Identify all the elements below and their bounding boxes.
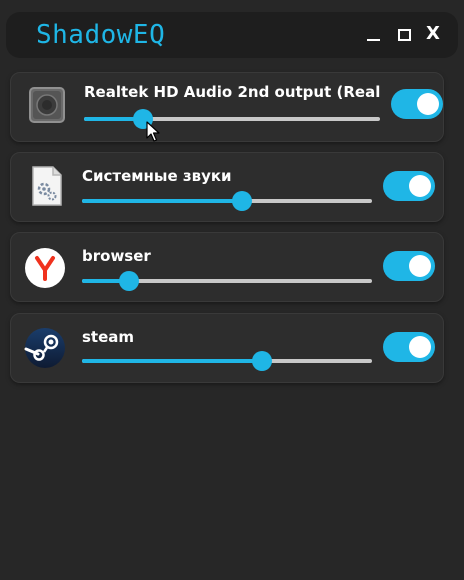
steam-icon — [24, 327, 66, 369]
device-toggle[interactable] — [383, 251, 435, 281]
toggle-knob — [409, 336, 431, 358]
system-sounds-icon — [31, 165, 73, 207]
maximize-button[interactable] — [390, 20, 416, 48]
title-bar[interactable]: ShadowEQ X — [6, 12, 458, 58]
toggle-knob — [417, 93, 439, 115]
device-label: browser — [82, 247, 151, 265]
volume-slider-thumb[interactable] — [119, 271, 139, 291]
device-card-browser: browser — [10, 232, 444, 302]
minimize-button[interactable] — [360, 20, 386, 48]
device-card-system-sounds: Системные звуки — [10, 152, 444, 222]
toggle-knob — [409, 175, 431, 197]
device-label: Системные звуки — [82, 167, 232, 185]
volume-slider-thumb[interactable] — [232, 191, 252, 211]
volume-slider[interactable] — [82, 271, 372, 291]
volume-slider-fill — [82, 199, 242, 203]
app-window: ShadowEQ X Realtek HD Audio 2nd output (… — [0, 0, 464, 580]
maximize-icon — [398, 29, 411, 41]
mouse-cursor-icon — [146, 121, 160, 142]
volume-slider[interactable] — [82, 351, 372, 371]
device-card-steam: steam — [10, 313, 444, 383]
device-toggle[interactable] — [383, 171, 435, 201]
yandex-browser-icon — [24, 247, 66, 289]
minimize-icon — [367, 39, 380, 41]
device-label: Realtek HD Audio 2nd output (Realtek — [84, 83, 380, 101]
device-toggle[interactable] — [391, 89, 443, 119]
toggle-knob — [409, 255, 431, 277]
device-card-realtek: Realtek HD Audio 2nd output (Realtek — [10, 72, 444, 142]
speaker-icon — [29, 87, 71, 129]
volume-slider-fill — [82, 359, 262, 363]
device-label: steam — [82, 328, 135, 346]
app-title: ShadowEQ — [36, 20, 166, 50]
volume-slider-thumb[interactable] — [252, 351, 272, 371]
device-toggle[interactable] — [383, 332, 435, 362]
volume-slider[interactable] — [84, 109, 380, 129]
volume-slider[interactable] — [82, 191, 372, 211]
close-button[interactable]: X — [420, 20, 446, 48]
